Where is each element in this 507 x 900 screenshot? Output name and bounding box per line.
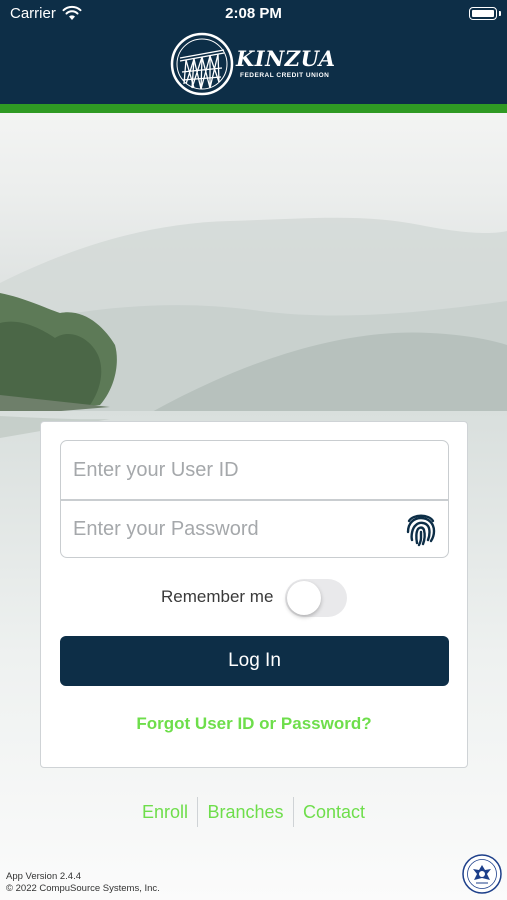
kinzua-logo: KINZUA FEDERAL CREDIT UNION (170, 32, 340, 96)
toggle-knob (287, 581, 321, 615)
login-card: Remember me Log In Forgot User ID or Pas… (40, 421, 468, 768)
bottom-links: Enroll Branches Contact (0, 797, 507, 827)
header-accent-bar (0, 104, 507, 113)
brand-name: KINZUA (236, 46, 336, 71)
remember-me-toggle[interactable] (285, 579, 347, 617)
credentials-group (60, 440, 449, 558)
forgot-credentials-link[interactable]: Forgot User ID or Password? (41, 714, 467, 734)
brand-subtitle: FEDERAL CREDIT UNION (240, 72, 330, 79)
clock-label: 2:08 PM (225, 5, 282, 22)
password-input[interactable] (61, 500, 448, 557)
app-version: App Version 2.4.4 (6, 871, 81, 882)
battery-icon (469, 7, 501, 20)
version-info: App Version 2.4.4 © 2022 CompuSource Sys… (6, 871, 160, 895)
contact-link[interactable]: Contact (294, 797, 374, 827)
branches-link[interactable]: Branches (198, 797, 292, 827)
status-bar: Carrier 2:08 PM (0, 0, 507, 28)
user-id-input[interactable] (61, 441, 448, 499)
remember-me-row: Remember me (41, 577, 467, 617)
enroll-link[interactable]: Enroll (133, 797, 197, 827)
fingerprint-icon[interactable] (404, 510, 438, 548)
copyright: © 2022 CompuSource Systems, Inc. (6, 883, 160, 894)
remember-me-label: Remember me (161, 587, 274, 606)
ncua-seal-icon (462, 854, 502, 894)
kinzua-bridge-seal (170, 32, 234, 96)
login-button[interactable]: Log In (60, 636, 449, 686)
